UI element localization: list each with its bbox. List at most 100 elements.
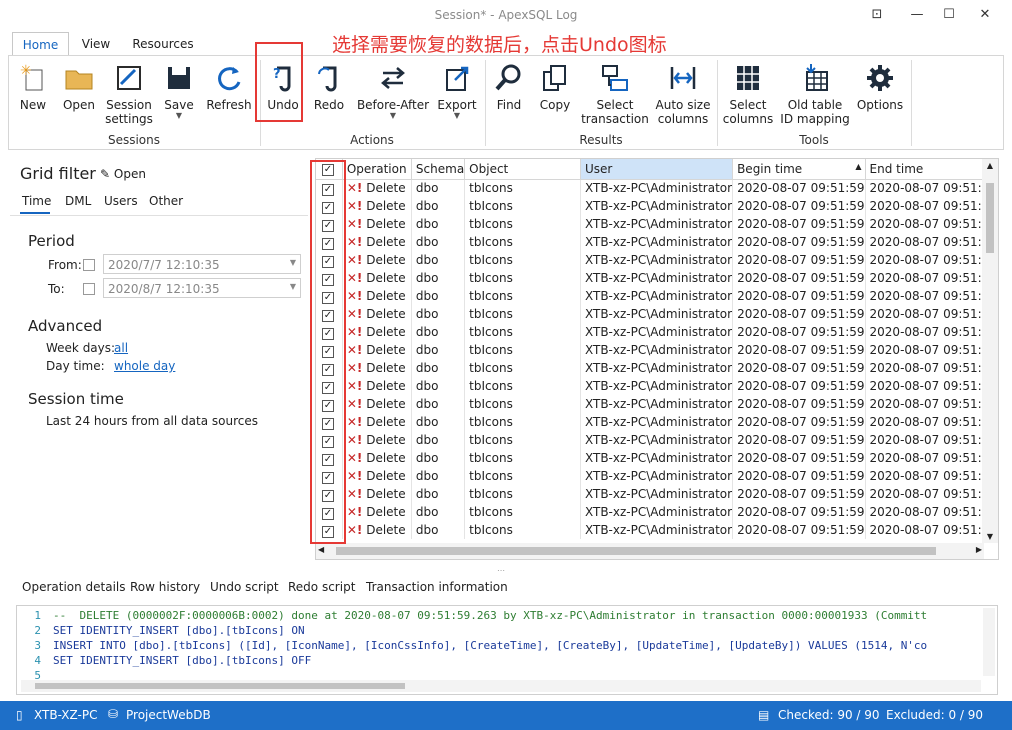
tab-view[interactable]: View xyxy=(74,32,118,56)
to-datetime-field[interactable]: 2020/8/7 12:10:35 ▼ xyxy=(103,278,301,298)
table-row[interactable]: ✓ ✕! Delete dbo tbIcons XTB-xz-PC\Administra… xyxy=(316,485,998,503)
tab-users[interactable]: Users xyxy=(104,194,138,208)
separator xyxy=(485,60,486,146)
tab-transaction-information[interactable]: Transaction information xyxy=(366,580,508,594)
cell-schema: dbo xyxy=(411,305,466,323)
table-row[interactable]: ✓ ✕! Delete dbo tbIcons XTB-xz-PC\Administra… xyxy=(316,305,998,323)
col-begin-time[interactable]: Begin time ▲ xyxy=(732,159,866,180)
options-button[interactable]: Options xyxy=(853,60,907,130)
table-row[interactable]: ✓ ✕! Delete dbo tbIcons XTB-xz-PC\Administra… xyxy=(316,251,998,269)
table-row[interactable]: ✓ ✕! Delete dbo tbIcons XTB-xz-PC\Administra… xyxy=(316,341,998,359)
redo-button[interactable]: Redo xyxy=(307,60,351,130)
open-filter-button[interactable]: ✎ Open xyxy=(100,167,146,181)
auto-size-columns-button[interactable]: Auto size columns xyxy=(653,60,713,130)
minimize-button[interactable]: — xyxy=(906,6,928,24)
horizontal-scrollbar[interactable]: ◀ ▶ xyxy=(316,543,984,559)
table-row[interactable]: ✓ ✕! Delete dbo tbIcons XTB-xz-PC\Administra… xyxy=(316,449,998,467)
session-settings-button[interactable]: Session settings xyxy=(103,60,155,130)
tab-resources[interactable]: Resources xyxy=(126,32,200,56)
cell-object: tbIcons xyxy=(464,485,581,503)
scroll-thumb[interactable] xyxy=(35,683,405,689)
script-editor[interactable]: 1 -- DELETE (0000002F:0000006B:0002) done… xyxy=(16,605,998,695)
delete-icon: ✕! xyxy=(346,271,363,285)
cell-end-time: 2020-08-07 09:51:59 xyxy=(865,197,998,215)
table-row[interactable]: ✓ ✕! Delete dbo tbIcons XTB-xz-PC\Administra… xyxy=(316,179,998,197)
tab-other[interactable]: Other xyxy=(149,194,183,208)
cell-schema: dbo xyxy=(411,485,466,503)
cell-object: tbIcons xyxy=(464,467,581,485)
refresh-button[interactable]: Refresh xyxy=(205,60,253,130)
scroll-thumb[interactable] xyxy=(986,183,994,253)
tab-dml[interactable]: DML xyxy=(65,194,91,208)
cell-begin-time: 2020-08-07 09:51:59 xyxy=(732,377,866,395)
table-row[interactable]: ✓ ✕! Delete dbo tbIcons XTB-xz-PC\Administra… xyxy=(316,269,998,287)
tab-time[interactable]: Time xyxy=(22,194,51,208)
select-columns-icon xyxy=(737,66,759,90)
select-columns-button[interactable]: Select columns xyxy=(719,60,777,130)
vertical-scrollbar[interactable]: ▲ ▼ xyxy=(982,159,998,543)
table-row[interactable]: ✓ ✕! Delete dbo tbIcons XTB-xz-PC\Administra… xyxy=(316,359,998,377)
select-transaction-button[interactable]: Select transaction xyxy=(579,60,651,130)
table-row[interactable]: ✓ ✕! Delete dbo tbIcons XTB-xz-PC\Administra… xyxy=(316,215,998,233)
table-row[interactable]: ✓ ✕! Delete dbo tbIcons XTB-xz-PC\Administra… xyxy=(316,377,998,395)
delete-icon: ✕! xyxy=(346,253,363,267)
cell-begin-time: 2020-08-07 09:51:59 xyxy=(732,359,866,377)
cell-operation: ✕! Delete xyxy=(342,215,412,233)
cell-schema: dbo xyxy=(411,269,466,287)
from-datetime-field[interactable]: 2020/7/7 12:10:35 ▼ xyxy=(103,254,301,274)
col-object[interactable]: Object xyxy=(464,159,581,180)
to-checkbox[interactable] xyxy=(83,283,95,295)
script-horizontal-scrollbar[interactable] xyxy=(21,680,981,692)
delete-icon: ✕! xyxy=(346,469,363,483)
week-days-link[interactable]: all xyxy=(114,341,128,355)
cell-user: XTB-xz-PC\Administrator xyxy=(580,251,734,269)
cell-operation: ✕! Delete xyxy=(342,413,412,431)
cell-object: tbIcons xyxy=(464,215,581,233)
table-row[interactable]: ✓ ✕! Delete dbo tbIcons XTB-xz-PC\Administra… xyxy=(316,413,998,431)
tab-redo-script[interactable]: Redo script xyxy=(288,580,355,594)
week-days-label: Week days: xyxy=(46,341,116,355)
day-time-link[interactable]: whole day xyxy=(114,359,175,373)
from-checkbox[interactable] xyxy=(83,259,95,271)
col-user[interactable]: User xyxy=(580,159,734,180)
restore-icon[interactable]: ⊡ xyxy=(866,6,888,24)
new-button[interactable]: ✳ New xyxy=(11,60,55,130)
table-row[interactable]: ✓ ✕! Delete dbo tbIcons XTB-xz-PC\Administra… xyxy=(316,395,998,413)
tab-operation-details[interactable]: Operation details xyxy=(22,580,126,594)
database-name: ProjectWebDB xyxy=(126,708,211,722)
copy-button[interactable]: Copy xyxy=(533,60,577,130)
table-row[interactable]: ✓ ✕! Delete dbo tbIcons XTB-xz-PC\Administra… xyxy=(316,323,998,341)
tab-row-history[interactable]: Row history xyxy=(130,580,200,594)
tab-undo-script[interactable]: Undo script xyxy=(210,580,279,594)
open-button[interactable]: Open xyxy=(57,60,101,130)
find-button[interactable]: Find xyxy=(487,60,531,130)
table-row[interactable]: ✓ ✕! Delete dbo tbIcons XTB-xz-PC\Administra… xyxy=(316,287,998,305)
old-table-id-mapping-button[interactable]: Old table ID mapping xyxy=(779,60,851,130)
redo-icon xyxy=(318,66,337,92)
grid-filter-panel: Grid filter ✎ Open Time DML Users Other … xyxy=(10,158,308,558)
cell-end-time: 2020-08-07 09:51:59 xyxy=(865,287,998,305)
export-button[interactable]: Export ▼ xyxy=(433,60,481,130)
scroll-thumb[interactable] xyxy=(336,547,936,555)
delete-icon: ✕! xyxy=(346,217,363,231)
col-schema[interactable]: Schema xyxy=(411,159,466,180)
script-vertical-scrollbar[interactable] xyxy=(983,608,995,676)
cell-operation: ✕! Delete xyxy=(342,449,412,467)
before-after-button[interactable]: Before-After ▼ xyxy=(355,60,431,130)
table-row[interactable]: ✓ ✕! Delete dbo tbIcons XTB-xz-PC\Administra… xyxy=(316,431,998,449)
script-line: 2 SET IDENTITY_INSERT [dbo].[tbIcons] ON xyxy=(34,624,305,637)
table-row[interactable]: ✓ ✕! Delete dbo tbIcons XTB-xz-PC\Administra… xyxy=(316,467,998,485)
close-button[interactable]: ✕ xyxy=(974,6,996,24)
table-row[interactable]: ✓ ✕! Delete dbo tbIcons XTB-xz-PC\Administra… xyxy=(316,521,998,539)
table-row[interactable]: ✓ ✕! Delete dbo tbIcons XTB-xz-PC\Administra… xyxy=(316,233,998,251)
advanced-heading: Advanced xyxy=(28,317,103,335)
col-operation[interactable]: Operation xyxy=(342,159,412,180)
save-button[interactable]: Save ▼ xyxy=(159,60,199,130)
tab-home[interactable]: Home xyxy=(12,32,69,57)
splitter-grip[interactable]: ⋯ xyxy=(497,566,505,575)
table-row[interactable]: ✓ ✕! Delete dbo tbIcons XTB-xz-PC\Administra… xyxy=(316,503,998,521)
maximize-button[interactable]: ☐ xyxy=(938,6,960,24)
delete-icon: ✕! xyxy=(346,523,363,537)
table-row[interactable]: ✓ ✕! Delete dbo tbIcons XTB-xz-PC\Administra… xyxy=(316,197,998,215)
col-end-time[interactable]: End time xyxy=(865,159,998,180)
